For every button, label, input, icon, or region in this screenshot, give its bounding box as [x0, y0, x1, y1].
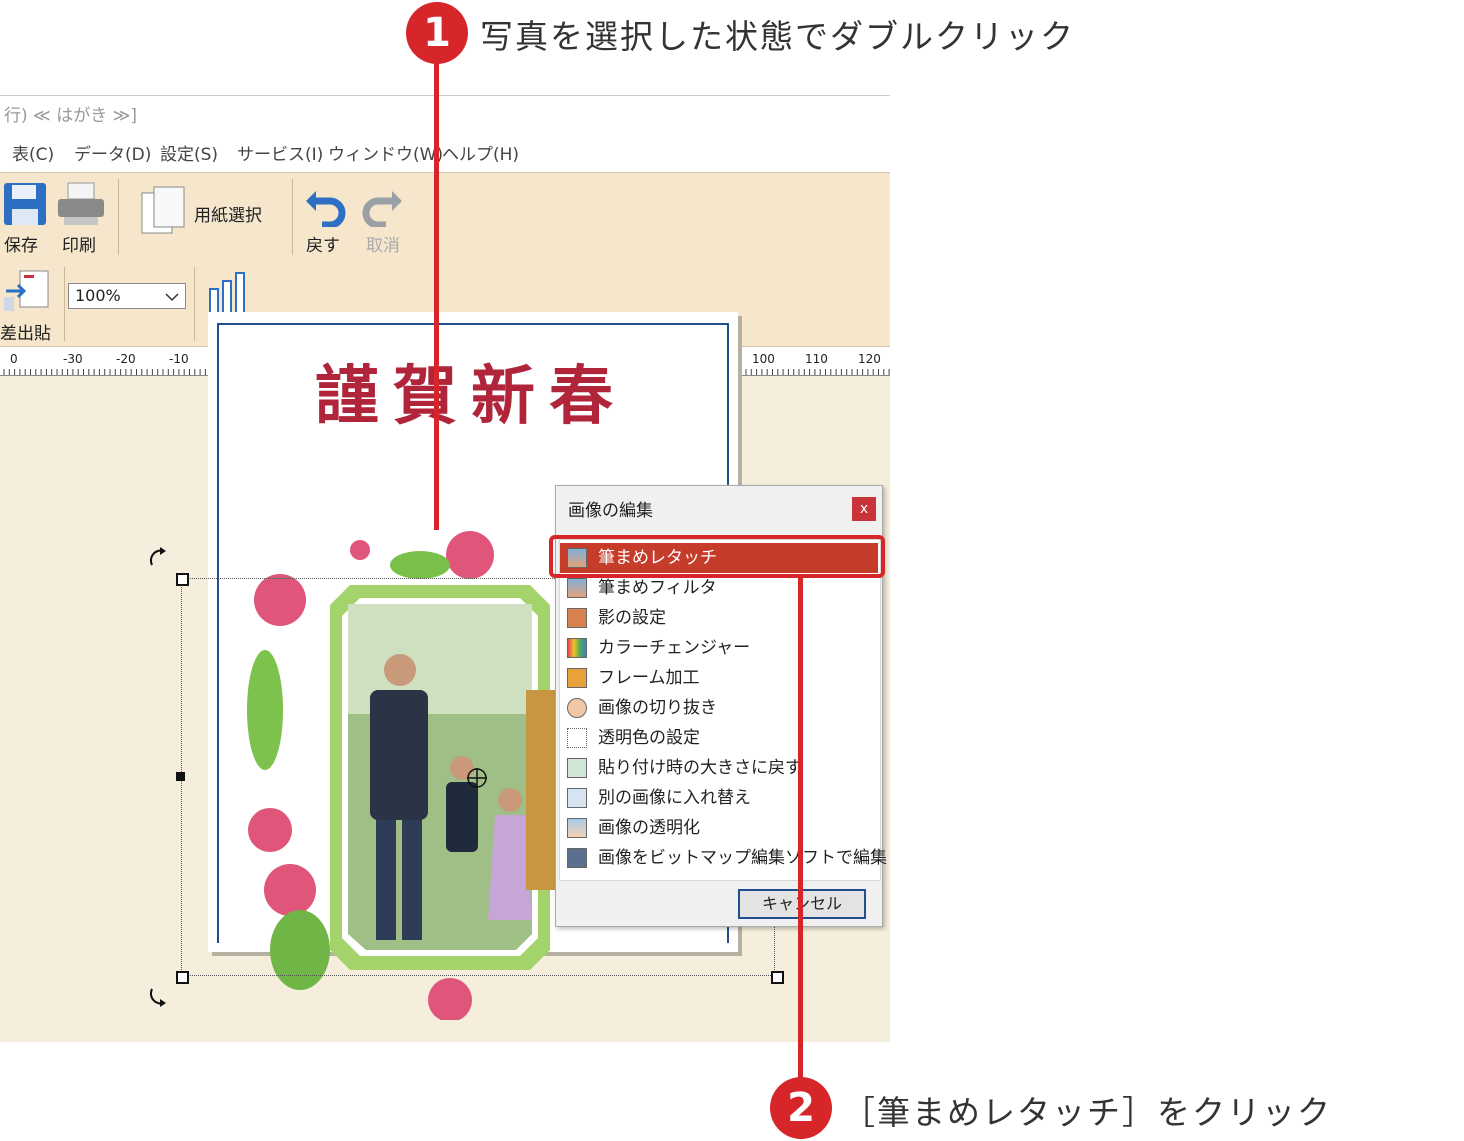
step-1-badge: 1 [406, 2, 468, 64]
photo-person-icon [567, 578, 587, 598]
redo-arrow-icon [362, 191, 402, 227]
step-2-pointer-line [798, 576, 803, 1084]
menu-item-label: 画像をビットマップ編集ソフトで編集 [598, 848, 887, 868]
ruler-label: 110 [805, 352, 828, 366]
menu-data[interactable]: データ(D) [74, 138, 151, 172]
menu-item-label: 別の画像に入れ替え [598, 788, 751, 808]
step-1-caption: 写真を選択した状態でダブルクリック [480, 17, 1075, 56]
toolbar-separator [118, 179, 119, 255]
menu-window[interactable]: ウィンドウ(W) [328, 138, 443, 172]
redo-label: 取消 [366, 236, 400, 256]
paper-icon [141, 186, 185, 234]
color-bars-icon [567, 638, 587, 658]
paper-select-button[interactable]: 用紙選択 [138, 185, 278, 241]
menu-item-reset-size[interactable]: 貼り付け時の大きさに戻す [560, 753, 878, 783]
menu-settings[interactable]: 設定(S) [160, 138, 218, 172]
save-button[interactable]: 保存 [0, 179, 50, 256]
menu-item-label: フレーム加工 [598, 668, 700, 688]
cutout-icon [567, 698, 587, 718]
menu-item-swap-image[interactable]: 別の画像に入れ替え [560, 783, 878, 813]
ruler-label: -30 [63, 352, 83, 366]
printer-icon [58, 182, 104, 225]
zoom-select[interactable]: 100% [68, 283, 186, 309]
undo-label: 戻す [306, 236, 340, 256]
frame-photo-icon [567, 668, 587, 688]
toolbar-separator [194, 267, 195, 341]
swap-image-icon [567, 788, 587, 808]
ruler-label: 0 [10, 352, 18, 366]
toolbar-separator [64, 267, 65, 341]
ruler-label: 120 [858, 352, 881, 366]
bitmap-edit-icon [567, 848, 587, 868]
menu-item-transparent-color[interactable]: 透明色の設定 [560, 723, 878, 753]
menu-item-frame[interactable]: フレーム加工 [560, 663, 878, 693]
menu-item-label: 画像の切り抜き [598, 698, 717, 718]
resize-handle[interactable] [176, 971, 189, 984]
chevron-down-icon [165, 293, 179, 302]
window-title: 行) ≪ はがき ≫] [0, 96, 890, 136]
undo-button[interactable]: 戻す [300, 179, 350, 256]
step-2-caption: ［筆まめレタッチ］をクリック [842, 1093, 1332, 1132]
print-button[interactable]: 印刷 [56, 179, 110, 256]
menu-item-bitmap-edit[interactable]: 画像をビットマップ編集ソフトで編集 [560, 843, 887, 873]
menu-item-cutout[interactable]: 画像の切り抜き [560, 693, 878, 723]
ruler-label: -10 [169, 352, 189, 366]
menu-item-label: 画像の透明化 [598, 818, 700, 838]
menu-help[interactable]: ヘルプ(H) [442, 138, 519, 172]
menu-item-label: 透明色の設定 [598, 728, 700, 748]
sender-insert-icon [4, 270, 49, 311]
step-1-pointer-line [434, 60, 439, 530]
transparent-color-icon [567, 728, 587, 748]
menu-service[interactable]: サービス(I) [237, 138, 323, 172]
close-button[interactable]: x [852, 497, 876, 521]
resize-handle[interactable] [176, 573, 189, 586]
menu-item-shadow[interactable]: 影の設定 [560, 603, 878, 633]
greeting-text: 謹賀新春 [315, 359, 627, 434]
floppy-disk-icon [4, 183, 46, 225]
menu-item-label: カラーチェンジャー [598, 638, 751, 658]
toolbar-separator [292, 179, 293, 255]
retouch-highlight [549, 535, 885, 578]
frame-bars-icon [209, 272, 245, 314]
transparency-icon [567, 818, 587, 838]
ruler-label: 100 [752, 352, 775, 366]
shadow-photo-icon [567, 608, 587, 628]
zoom-value: 100% [75, 286, 121, 305]
print-label: 印刷 [62, 236, 96, 256]
main-toolbar: 保存 印刷 用紙選択 戻す 取消 [0, 172, 890, 262]
resize-icon [567, 758, 587, 778]
menu-item-label: 影の設定 [598, 608, 666, 628]
menu-item-color-changer[interactable]: カラーチェンジャー [560, 633, 878, 663]
resize-handle[interactable] [176, 772, 185, 781]
rotate-handle-icon[interactable] [146, 545, 172, 571]
menu-item-label: 貼り付け時の大きさに戻す [598, 758, 802, 778]
undo-arrow-icon [306, 191, 346, 227]
menu-table[interactable]: 表(C) [12, 138, 54, 172]
step-2-badge: 2 [770, 1077, 832, 1139]
redo-button[interactable]: 取消 [358, 179, 412, 256]
ruler-label: -20 [116, 352, 136, 366]
dialog-title: 画像の編集 [568, 501, 653, 521]
insert-sender-label: 差出貼 [0, 324, 51, 344]
edit-menu-list: 筆まめレタッチ 筆まめフィルタ 影の設定 カラーチェンジャー フレーム加工 画像… [559, 539, 887, 881]
insert-sender-button[interactable]: 差出貼 [0, 267, 58, 344]
menu-item-transparency[interactable]: 画像の透明化 [560, 813, 878, 843]
resize-handle[interactable] [771, 971, 784, 984]
rotate-handle-icon[interactable] [146, 985, 172, 1011]
save-label: 保存 [4, 236, 38, 256]
move-cursor-icon [467, 768, 487, 788]
menu-bar: 表(C) データ(D) 設定(S) サービス(I) ウィンドウ(W) ヘルプ(H… [0, 138, 890, 172]
paper-select-label: 用紙選択 [194, 206, 262, 226]
